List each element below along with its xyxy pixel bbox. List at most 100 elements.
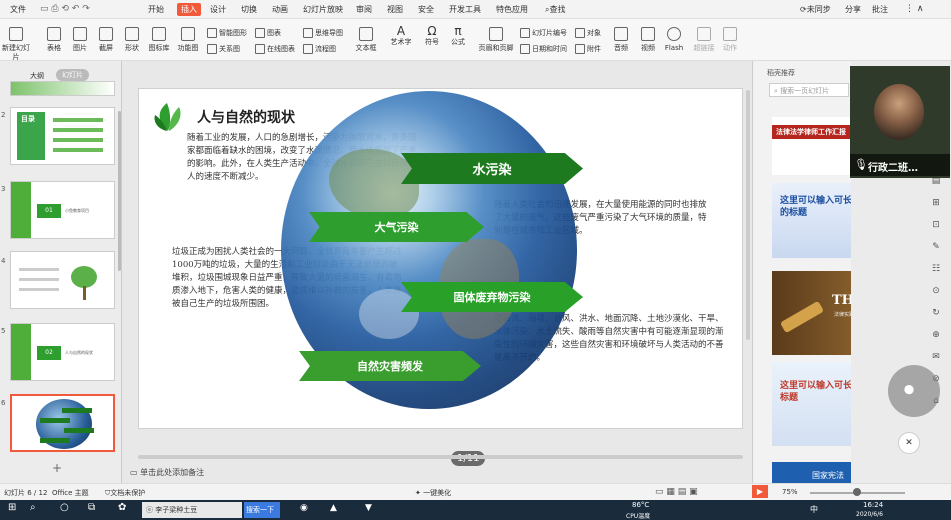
shape-button[interactable]: 形状 (118, 27, 146, 53)
slide-canvas[interactable]: 人与自然的现状 随着工业的发展，人口的急剧增长，污染为抽取河水，许多国家都面临着… (138, 88, 743, 429)
taskbar-app-browser[interactable]: ⓔ 李子梁种土豆 (142, 502, 242, 518)
slide-title[interactable]: 人与自然的现状 (197, 107, 295, 127)
slide-thumb-5[interactable]: 02 人与自然的现状 (10, 323, 115, 381)
status-bar: 幻灯片 6 / 12 Office 主题 ⛉文档未保护 ✦ 一键美化 ▭ ▦ ▤… (0, 483, 951, 500)
textbox-button[interactable]: 文本框 (352, 27, 380, 53)
leaf-icon (154, 103, 181, 131)
tab-security[interactable]: 安全 (418, 4, 434, 15)
slide-thumb-6-selected[interactable] (10, 394, 115, 452)
sync-status[interactable]: ⟳未同步 (800, 4, 831, 15)
app-icon[interactable]: ✿ (118, 502, 126, 513)
formula-button[interactable]: π 公式 (444, 24, 472, 47)
tab-animation[interactable]: 动画 (272, 4, 288, 15)
art-text-button[interactable]: A 艺术字 (387, 25, 415, 47)
comment-button[interactable]: 批注 (872, 4, 888, 15)
screenshot-button[interactable]: 截屏 (92, 27, 120, 53)
thumb-deco (11, 182, 31, 238)
view-mode-icons[interactable]: ▭ ▦ ▤ ▣ (655, 487, 698, 497)
online-chart-button[interactable]: 在线图表 (255, 44, 295, 54)
tab-insert[interactable]: 插入 (177, 3, 201, 16)
more-icon[interactable]: ⋮ ∧ (905, 4, 923, 14)
tab-developer[interactable]: 开发工具 (449, 4, 481, 15)
theme-name[interactable]: Office 主题 (52, 488, 89, 498)
ribbon: 新建幻灯片 表格 图片 截屏 形状 图标库 功能图 智能图形 图表 关系图 在线… (0, 19, 951, 61)
zoom-slider-handle[interactable] (853, 488, 861, 496)
slide-number-button[interactable]: 幻灯片编号 (520, 28, 567, 38)
menu-file[interactable]: 文件 (10, 4, 26, 15)
object-button[interactable]: 对象 (575, 28, 601, 38)
action-button[interactable]: 动作 (716, 27, 744, 53)
tab-features[interactable]: 特色应用 (496, 4, 528, 15)
search-icon[interactable]: ⌕ (30, 502, 36, 513)
table-button[interactable]: 表格 (40, 27, 68, 53)
floating-mic-button[interactable]: ⏺ (888, 365, 940, 417)
table-icon (47, 27, 61, 41)
hyperlink-button[interactable]: 超链接 (690, 27, 718, 53)
audio-button[interactable]: 音频 (607, 27, 635, 53)
new-slide-button[interactable]: 新建幻灯片 (2, 27, 30, 62)
slide-number: 4 (1, 257, 6, 265)
tab-review[interactable]: 审阅 (356, 4, 372, 15)
quick-access-icons[interactable]: ▭ ⎙ ⟲ ↶ ↷ (40, 4, 90, 14)
banner-air-pollution[interactable]: 大气污染 (309, 212, 484, 242)
date-time-button[interactable]: 日期和时间 (520, 44, 567, 54)
smart-art-button[interactable]: 智能图形 (207, 28, 247, 38)
notes-area[interactable]: ▭ 单击此处添加备注 (130, 467, 204, 478)
zoom-level[interactable]: 75% (782, 488, 798, 496)
slide-number: 2 (1, 111, 6, 119)
header-footer-button[interactable]: 页眉和页脚 (476, 27, 516, 53)
input-language[interactable]: 中 (810, 504, 818, 515)
document-protection[interactable]: ⛉文档未保护 (105, 488, 145, 498)
video-call-overlay[interactable]: 🎙 行政二班… (850, 66, 950, 178)
symbol-button[interactable]: Ω 符号 (418, 25, 446, 47)
slide-thumb-3[interactable]: 01 小鱼教育项目 (10, 181, 115, 239)
tab-transition[interactable]: 切换 (241, 4, 257, 15)
flowchart-button[interactable]: 流程图 (303, 44, 336, 54)
app-icon[interactable]: ▲ (330, 503, 337, 513)
wechat-icon[interactable]: ◉ (300, 503, 308, 513)
banner-water-pollution[interactable]: 水污染 (401, 153, 583, 184)
taskbar-search-button[interactable]: 搜索一下 (244, 502, 280, 518)
add-slide-button[interactable]: + (52, 461, 62, 475)
banner-solid-waste[interactable]: 固体废弃物污染 (401, 282, 583, 312)
tab-slideshow[interactable]: 幻灯片放映 (303, 4, 343, 15)
windows-start-icon[interactable]: ⊞ (8, 502, 16, 513)
function-chart-button[interactable]: 功能图 (174, 27, 202, 53)
play-button[interactable]: ▶ (752, 485, 768, 498)
flash-icon (667, 27, 681, 41)
template-search-input[interactable]: ⌕ 搜索一页幻灯片 (769, 83, 849, 97)
close-icon[interactable]: ✕ (898, 432, 920, 454)
share-button[interactable]: 分享 (845, 4, 861, 15)
tab-outline[interactable]: 大纲 (30, 71, 44, 81)
picture-button[interactable]: 图片 (66, 27, 94, 53)
tab-view[interactable]: 视图 (387, 4, 403, 15)
search-box[interactable]: ⌕查找 (545, 4, 565, 15)
video-button[interactable]: 视频 (634, 27, 662, 53)
thumbnail-scrollbar[interactable] (118, 111, 121, 271)
vertical-scrollbar[interactable] (746, 90, 750, 340)
horizontal-scrollbar[interactable] (138, 455, 743, 459)
slide-thumb-2[interactable]: 目录 (10, 107, 115, 165)
new-slide-icon (9, 27, 23, 41)
slide-thumb-1[interactable] (10, 81, 115, 96)
tab-design[interactable]: 设计 (210, 4, 226, 15)
app-icon[interactable]: ▼ (365, 503, 372, 513)
attachment-button[interactable]: 附件 (575, 44, 601, 54)
cortana-icon[interactable]: ○ (60, 502, 69, 513)
relation-chart-button[interactable]: 关系图 (207, 44, 240, 54)
mind-map-button[interactable]: 思维导图 (303, 28, 343, 38)
icon-library-button[interactable]: 图标库 (145, 27, 173, 53)
flash-button[interactable]: Flash (660, 27, 688, 53)
slide-thumb-4[interactable] (10, 251, 115, 309)
tab-home[interactable]: 开始 (148, 4, 164, 15)
banner-natural-disasters[interactable]: 自然灾害频发 (299, 351, 481, 381)
slide-number: 6 (1, 399, 6, 407)
beautify-button[interactable]: ✦ 一键美化 (415, 488, 451, 498)
task-view-icon[interactable]: ⧉ (88, 502, 95, 513)
tab-slides[interactable]: 幻灯片 (56, 69, 89, 81)
chart-icon (255, 28, 265, 38)
clock-date: 2020/6/6 (856, 511, 883, 518)
chart-button[interactable]: 图表 (255, 28, 281, 38)
cloud-shape (359, 289, 419, 339)
pi-icon: π (454, 24, 462, 38)
